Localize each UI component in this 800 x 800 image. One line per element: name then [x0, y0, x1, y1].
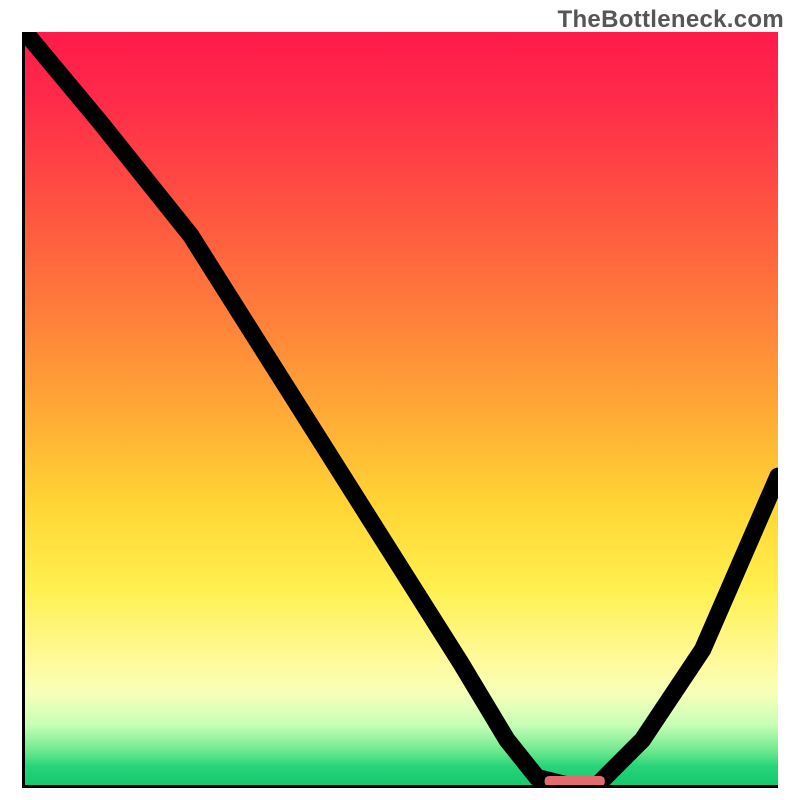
plot-area	[22, 32, 778, 788]
chart-frame: TheBottleneck.com	[0, 0, 800, 800]
watermark-label: TheBottleneck.com	[558, 6, 784, 34]
plot-svg	[25, 32, 778, 785]
optimal-marker	[545, 776, 605, 785]
bottleneck-curve	[25, 32, 778, 785]
